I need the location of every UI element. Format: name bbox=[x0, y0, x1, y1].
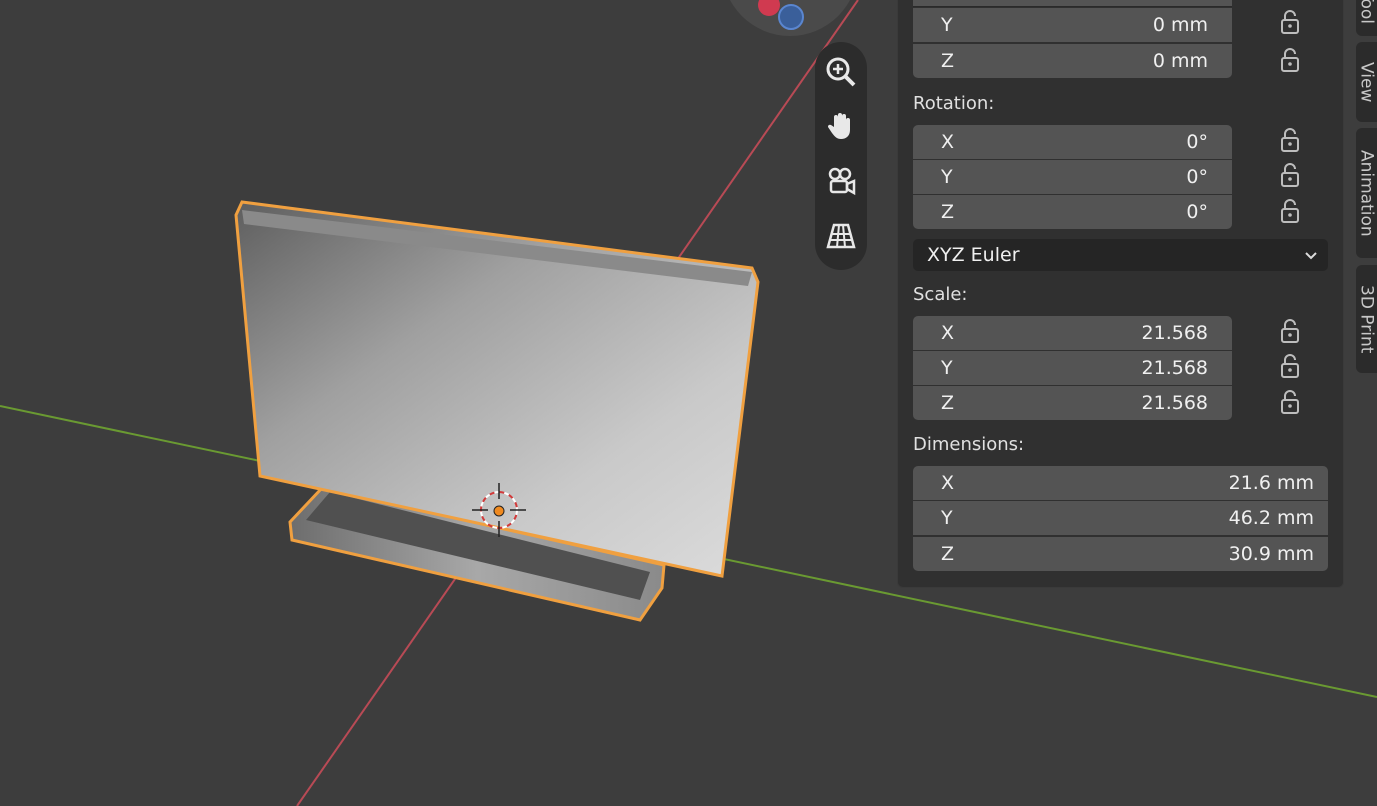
tab-3d-print[interactable]: 3D Print bbox=[1356, 265, 1377, 373]
tab-label: 3D Print bbox=[1356, 284, 1377, 354]
tab-label: Tool bbox=[1356, 0, 1377, 25]
field-value: 21.568 bbox=[1141, 392, 1208, 414]
axis-label: Z bbox=[941, 392, 955, 414]
lock-icon[interactable] bbox=[1278, 162, 1302, 188]
select-value: XYZ Euler bbox=[927, 244, 1020, 266]
field-value: 0° bbox=[1186, 166, 1208, 188]
field-value: 0° bbox=[1186, 201, 1208, 223]
axis-label: Z bbox=[941, 201, 955, 223]
scale-x-field[interactable]: X 21.568 bbox=[913, 316, 1232, 350]
lock-icon[interactable] bbox=[1278, 353, 1302, 379]
field-value: 0° bbox=[1186, 131, 1208, 153]
field-value: 30.9 mm bbox=[1228, 543, 1314, 565]
axis-label: Y bbox=[941, 507, 953, 529]
grid-ortho-icon[interactable] bbox=[821, 216, 861, 256]
lock-icon[interactable] bbox=[1278, 198, 1302, 224]
axis-label: Y bbox=[941, 166, 953, 188]
dimensions-label: Dimensions: bbox=[913, 434, 1025, 455]
lock-icon[interactable] bbox=[1278, 9, 1302, 35]
location-y-field[interactable]: Y 0 mm bbox=[913, 8, 1232, 42]
tab-tool[interactable]: Tool bbox=[1356, 0, 1377, 36]
hand-pan-icon[interactable] bbox=[821, 106, 861, 146]
field-value: 0 mm bbox=[1152, 14, 1208, 36]
dimensions-y-field[interactable]: Y 46.2 mm bbox=[913, 501, 1328, 535]
tab-label: View bbox=[1356, 61, 1377, 103]
chevron-down-icon bbox=[1304, 244, 1318, 266]
axis-label: X bbox=[941, 131, 955, 153]
axis-label: Y bbox=[941, 14, 953, 36]
scale-label: Scale: bbox=[913, 284, 968, 305]
tab-animation[interactable]: Animation bbox=[1356, 128, 1377, 258]
axis-label: Z bbox=[941, 50, 955, 72]
field-value: 46.2 mm bbox=[1228, 507, 1314, 529]
tab-label: Animation bbox=[1356, 149, 1377, 237]
axis-label: Y bbox=[941, 357, 953, 379]
lock-icon[interactable] bbox=[1278, 47, 1302, 73]
lock-icon[interactable] bbox=[1278, 127, 1302, 153]
field-value: 21.6 mm bbox=[1228, 472, 1314, 494]
rotation-y-field[interactable]: Y 0° bbox=[913, 160, 1232, 194]
axis-label: X bbox=[941, 322, 955, 344]
navigation-toolbar bbox=[815, 42, 867, 270]
zoom-icon[interactable] bbox=[821, 52, 861, 92]
field-value: 0 mm bbox=[1152, 50, 1208, 72]
lock-icon[interactable] bbox=[1278, 318, 1302, 344]
dimensions-x-field[interactable]: X 21.6 mm bbox=[913, 466, 1328, 500]
dimensions-z-field[interactable]: Z 30.9 mm bbox=[913, 537, 1328, 571]
rotation-z-field[interactable]: Z 0° bbox=[913, 195, 1232, 229]
rotation-label: Rotation: bbox=[913, 93, 995, 114]
axis-label: Z bbox=[941, 543, 955, 565]
rotation-x-field[interactable]: X 0° bbox=[913, 125, 1232, 159]
rotation-mode-select[interactable]: XYZ Euler bbox=[913, 239, 1328, 271]
tab-view[interactable]: View bbox=[1356, 42, 1377, 122]
location-z-field[interactable]: Z 0 mm bbox=[913, 44, 1232, 78]
field-value: 21.568 bbox=[1141, 322, 1208, 344]
transform-properties-panel: Y 0 mm Z 0 mm Rotation: X 0° Y 0° Z 0° X… bbox=[897, 0, 1344, 588]
scale-y-field[interactable]: Y 21.568 bbox=[913, 351, 1232, 385]
camera-view-icon[interactable] bbox=[821, 162, 861, 202]
scale-z-field[interactable]: Z 21.568 bbox=[913, 386, 1232, 420]
field-value: 21.568 bbox=[1141, 357, 1208, 379]
location-x-field[interactable] bbox=[913, 0, 1232, 7]
axis-label: X bbox=[941, 472, 955, 494]
lock-icon[interactable] bbox=[1278, 389, 1302, 415]
